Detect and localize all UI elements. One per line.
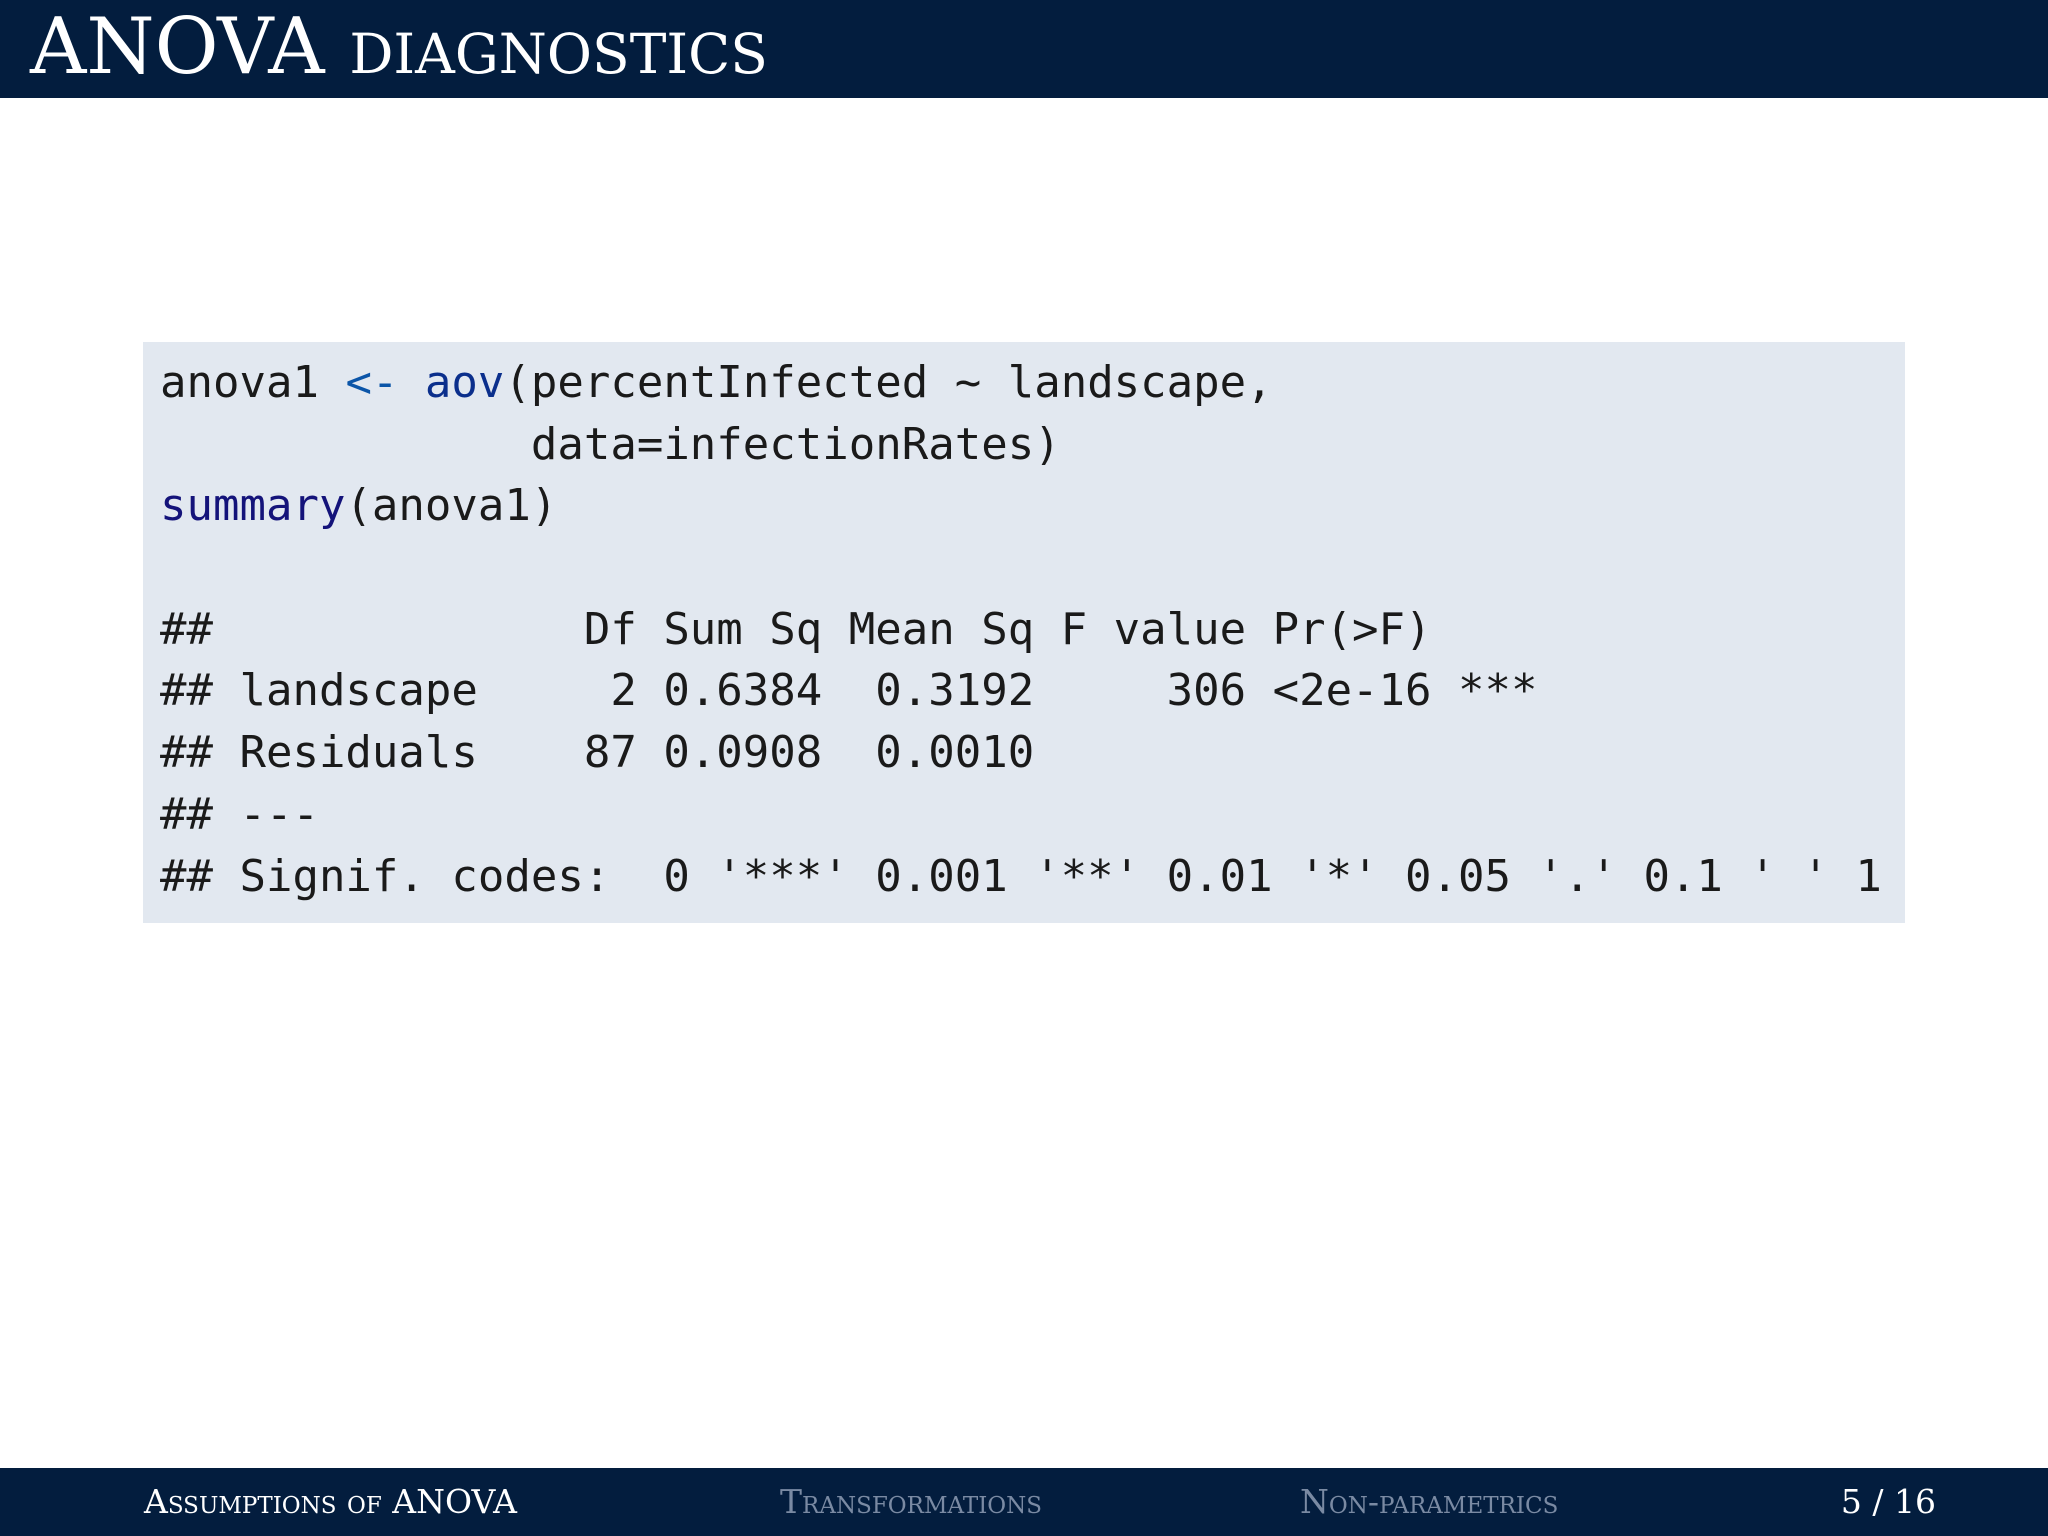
slide-title-sub: diagnostics: [349, 2, 768, 92]
slide-title: ANOVA diagnostics: [30, 2, 768, 92]
output-line-separator: ## ---: [160, 788, 319, 840]
code-lines: anova1 <- aov(percentInfected ~ landscap…: [160, 352, 1882, 907]
title-bar: ANOVA diagnostics: [0, 0, 2048, 98]
footer-nav: Assumptions of ANOVA Transformations Non…: [0, 1468, 2048, 1536]
page-number: 5 / 16: [1840, 1482, 1936, 1521]
output-line-signif-codes: ## Signif. codes: 0 '***' 0.001 '**' 0.0…: [160, 850, 1882, 902]
code-token-aov-fn: aov: [424, 357, 505, 408]
code-block: anova1 <- aov(percentInfected ~ landscap…: [143, 342, 1905, 923]
code-line-1: anova1 <- aov(percentInfected ~ landscap…: [160, 352, 1882, 414]
code-line-3: summary(anova1): [160, 475, 1882, 537]
output-line-header: ## Df Sum Sq Mean Sq F value Pr(>F): [160, 603, 1538, 655]
code-token-assign-op: <-: [345, 357, 399, 408]
code-token-args: (percentInfected ~ landscape,: [504, 357, 1273, 408]
code-token-summary-fn: summary: [160, 480, 346, 532]
footer-section-assumptions[interactable]: Assumptions of ANOVA: [144, 1482, 517, 1522]
code-token-var: anova1: [160, 357, 346, 408]
code-token-summary-args: (anova1): [345, 480, 558, 532]
code-line-2: data=infectionRates): [160, 418, 1061, 470]
footer-section-nonparametrics[interactable]: Non-parametrics: [1300, 1482, 1558, 1522]
slide: ANOVA diagnostics anova1 <- aov(percentI…: [0, 0, 2048, 1536]
slide-title-main: ANOVA: [30, 2, 325, 92]
output-line-residuals: ## Residuals 87 0.0908 0.0010: [160, 727, 1538, 779]
footer-section-transformations[interactable]: Transformations: [780, 1482, 1042, 1522]
output-line-landscape: ## landscape 2 0.6384 0.3192 306 <2e-16 …: [160, 665, 1538, 717]
